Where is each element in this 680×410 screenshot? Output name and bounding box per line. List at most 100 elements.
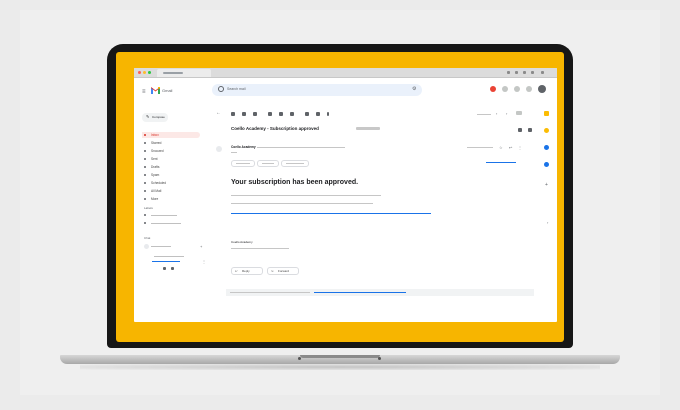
send-icon (144, 158, 146, 160)
mark-unread-icon[interactable] (268, 112, 272, 116)
meet-icon[interactable] (171, 267, 174, 270)
sidebar-item-all-mail[interactable]: All Mail (142, 188, 200, 194)
menu-icon[interactable]: ≡ (142, 89, 146, 95)
back-arrow-icon[interactable]: ← (216, 111, 221, 116)
action-chip[interactable] (231, 160, 255, 167)
chat-user-name (151, 246, 171, 247)
chevron-right-icon[interactable]: › (547, 220, 548, 225)
forward-icon: ↪ (271, 269, 274, 273)
extension-icon[interactable] (523, 71, 526, 74)
label-icon (144, 222, 146, 224)
minimize-window-icon[interactable] (143, 71, 146, 74)
sidebar-item-inbox[interactable]: Inbox (142, 132, 200, 138)
sidebar-label-item[interactable] (142, 212, 200, 218)
sidebar-item-label: Spam (151, 173, 160, 177)
chevron-right-icon[interactable]: › (506, 111, 507, 116)
apps-icon[interactable] (526, 86, 532, 92)
sidebar-item-spam[interactable]: Spam (142, 172, 200, 178)
reply-icon: ↩ (235, 269, 238, 273)
more-icon[interactable] (327, 112, 329, 116)
star-icon[interactable]: ☆ (499, 145, 503, 150)
chat-avatar[interactable] (144, 244, 149, 249)
print-icon[interactable] (518, 128, 522, 132)
email-timestamp (467, 147, 493, 148)
calendar-icon[interactable] (544, 111, 549, 116)
forward-label: Forward (278, 269, 290, 273)
sidebar-item-sent[interactable]: Sent (142, 156, 200, 162)
action-chip[interactable] (281, 160, 309, 167)
search-input[interactable]: Search mail (227, 87, 245, 91)
input-tools-icon[interactable] (516, 111, 522, 115)
sidebar-item-starred[interactable]: Starred (142, 140, 200, 146)
add-task-icon[interactable] (290, 112, 294, 116)
sidebar-item-scheduled[interactable]: Scheduled (142, 180, 200, 186)
action-chip[interactable] (257, 160, 279, 167)
add-addon-icon[interactable]: + (545, 182, 548, 188)
extension-icon[interactable] (515, 71, 518, 74)
snooze-icon (144, 150, 146, 152)
sender-name[interactable]: Coello Academy (231, 145, 256, 149)
browser-window: ≡ Gmail Search mail ⚙ ✎ Compose Inbox St… (134, 68, 557, 322)
sidebar-item-snoozed[interactable]: Snoozed (142, 148, 200, 154)
close-window-icon[interactable] (138, 71, 141, 74)
avatar[interactable] (538, 85, 546, 93)
compose-label: Compose (152, 115, 165, 119)
sidebar-item-label: Sent (151, 157, 158, 161)
to-me-text (231, 152, 237, 153)
translate-link[interactable] (486, 162, 516, 163)
open-new-window-icon[interactable] (528, 128, 532, 132)
settings-icon[interactable] (514, 86, 520, 92)
sidebar-item-label: Inbox (151, 133, 159, 137)
chevron-left-icon[interactable]: ‹ (496, 111, 497, 116)
label-icon (144, 214, 146, 216)
sidebar-item-label: More (151, 197, 159, 201)
reply-icon[interactable]: ↩ (509, 145, 512, 150)
more-icon[interactable]: ⋮ (518, 145, 522, 150)
sender-email (257, 147, 345, 148)
star-icon (144, 142, 146, 144)
sidebar-item-label: Starred (151, 141, 162, 145)
compose-button[interactable]: ✎ Compose (142, 113, 168, 122)
confirmation-link[interactable] (231, 213, 431, 214)
status-icon[interactable] (490, 86, 496, 92)
extension-icon[interactable] (507, 71, 510, 74)
gmail-logo-icon[interactable] (151, 87, 160, 94)
reply-button[interactable]: ↩ Reply (231, 267, 263, 275)
scheduled-icon (144, 182, 146, 184)
report-icon[interactable] (242, 112, 246, 116)
move-icon[interactable] (305, 112, 309, 116)
chat-link[interactable] (152, 261, 180, 262)
sidebar-item-drafts[interactable]: Drafts (142, 164, 200, 170)
laptop-foot (298, 357, 301, 360)
keep-icon[interactable] (544, 128, 549, 133)
contacts-icon[interactable] (544, 162, 549, 167)
sidebar-label-item[interactable] (142, 220, 200, 226)
chat-icon[interactable] (163, 267, 166, 270)
signature-line (231, 248, 289, 249)
sender-avatar[interactable] (216, 146, 222, 152)
inbox-label-chip[interactable] (356, 127, 380, 130)
tune-icon[interactable]: ⚙ (412, 87, 416, 92)
sidebar-item-label: Drafts (151, 165, 160, 169)
delete-icon[interactable] (253, 112, 257, 116)
maximize-window-icon[interactable] (148, 71, 151, 74)
chat-status-text (154, 256, 184, 257)
forward-button[interactable]: ↪ Forward (267, 267, 299, 275)
extension-icon[interactable] (531, 71, 534, 74)
profile-icon[interactable] (541, 71, 544, 74)
sidebar-item-more[interactable]: More (142, 196, 200, 202)
sidebar-item-label: All Mail (151, 189, 162, 193)
body-text-line (231, 203, 373, 204)
tasks-icon[interactable] (544, 145, 549, 150)
reply-label: Reply (242, 269, 250, 273)
laptop-foot (378, 357, 381, 360)
add-chat-icon[interactable]: + (200, 244, 202, 249)
snooze-icon[interactable] (279, 112, 283, 116)
label-icon[interactable] (316, 112, 320, 116)
search-icon[interactable] (218, 86, 224, 92)
help-icon[interactable] (502, 86, 508, 92)
more-icon[interactable]: ⋮ (202, 259, 206, 264)
notification-link[interactable] (314, 292, 406, 293)
signature-name: Coello Academy (231, 240, 253, 244)
archive-icon[interactable] (231, 112, 235, 116)
